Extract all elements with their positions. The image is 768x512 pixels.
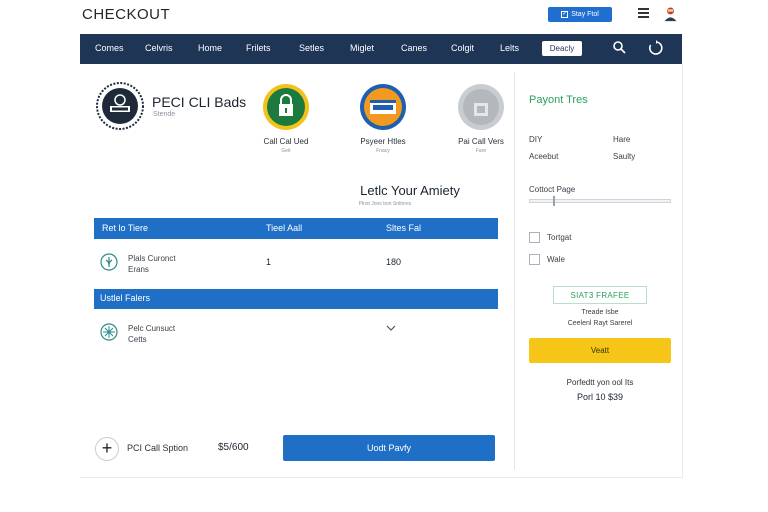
section-heading: Letlc Your Amiety: [360, 183, 460, 198]
pci-title: PECI CLI Bads: [152, 94, 247, 110]
nav-item-comes[interactable]: Comes: [95, 43, 124, 53]
pci-seal-icon: [96, 82, 144, 130]
summary-value: Hare: [613, 135, 631, 144]
table-col-header: Ret lo Tiere: [102, 223, 149, 233]
nav-item-canes[interactable]: Canes: [401, 43, 427, 53]
pci-subtitle: Stende: [153, 111, 176, 118]
section-subheading: Plnst Jons bon Sntinres: [358, 201, 412, 207]
table-section-label: Ustlel Falers: [100, 293, 151, 303]
visa-badge-icon: [360, 84, 406, 130]
table-header: Ret lo Tiere Tieel Aall Sltes Fal: [94, 218, 498, 239]
nav-item-lelts[interactable]: Lelts: [500, 43, 519, 53]
frame-edge: [80, 477, 683, 478]
table-col-header: Tieel Aall: [266, 223, 303, 233]
nav-item-home[interactable]: Home: [198, 43, 222, 53]
confirm-button[interactable]: Veatt: [529, 338, 671, 363]
update-payment-button[interactable]: Uodt Pavfy: [283, 435, 495, 461]
table-col-header: Sltes Fal: [386, 223, 422, 233]
summary-key: Aceebut: [529, 152, 559, 161]
option-price: $5/600: [218, 442, 249, 453]
network-icon: [100, 323, 118, 341]
badge-label: Call Cal Ued: [263, 137, 309, 146]
top-bar: CHECKOUT ✓ Stay Ftol: [0, 0, 768, 32]
payment-terms-title: Payont Tres: [529, 94, 588, 106]
nav-item-colgit[interactable]: Colgit: [451, 43, 474, 53]
page-slider[interactable]: [529, 199, 671, 203]
lock-badge-icon: [263, 84, 309, 130]
add-option-button[interactable]: +: [95, 437, 119, 461]
sidebar-note: Treade Isbe: [581, 309, 619, 316]
row-price: 180: [386, 257, 402, 267]
checkbox-label: Tortgat: [547, 233, 572, 242]
nav-item-frilets[interactable]: Frilets: [246, 43, 271, 53]
checkbox-label: Wale: [547, 255, 565, 264]
badge-label: Pai Call Vers: [458, 137, 504, 146]
stay-button-label: Stay Ftol: [571, 11, 599, 18]
nav-item-active[interactable]: Deacly: [542, 41, 582, 56]
badge-sub: Fare: [475, 148, 487, 154]
main-nav: Comes Celvris Home Frilets Setles Miglet…: [80, 34, 682, 64]
option-label: PCI Call Sption: [127, 443, 189, 453]
status-badge: SIAT3 FRAFEE: [553, 286, 647, 304]
badge-label: Psyeer Htles: [360, 137, 406, 146]
checkbox-wale[interactable]: [529, 254, 540, 265]
table-section-header: Ustlel Falers: [94, 289, 498, 309]
nav-item-celvris[interactable]: Celvris: [145, 43, 173, 53]
chevron-down-icon[interactable]: [386, 324, 396, 332]
nav-item-setles[interactable]: Setles: [299, 43, 324, 53]
refresh-icon[interactable]: [648, 40, 664, 56]
slider-handle[interactable]: [553, 196, 556, 206]
hamburger-icon[interactable]: [638, 8, 649, 18]
summary-key: DIY: [529, 135, 543, 144]
total-label: Porfedtt yon ool Its: [566, 378, 634, 387]
user-avatar-icon[interactable]: [662, 5, 679, 22]
frame-edge: [682, 64, 683, 478]
stay-button[interactable]: ✓ Stay Ftol: [548, 7, 612, 22]
nav-item-miglet[interactable]: Miglet: [350, 43, 374, 53]
total-value: Porl 10 $39: [576, 392, 624, 402]
badge-sub: Geit: [281, 148, 291, 154]
row-quantity: 1: [266, 257, 272, 267]
column-divider: [514, 72, 515, 470]
leaf-icon: [100, 253, 118, 271]
slider-label: Cottoct Page: [529, 185, 576, 194]
row-product-name: Plals Curonct: [128, 254, 176, 263]
row-product-sub: Erans: [128, 265, 149, 274]
summary-value: Saulty: [613, 152, 636, 161]
row-product-name: Pelc Cunsuct: [128, 324, 176, 333]
search-icon[interactable]: [612, 40, 626, 54]
check-icon: ✓: [561, 11, 569, 18]
checkbox-tortgat[interactable]: [529, 232, 540, 243]
sidebar-note: Ceelenl Rayt Sarerel: [567, 320, 633, 327]
row-product-sub: Cetts: [128, 335, 147, 344]
grey-lock-badge-icon: [458, 84, 504, 130]
badge-sub: Fnacy: [376, 148, 390, 154]
page-title: CHECKOUT: [82, 6, 171, 23]
